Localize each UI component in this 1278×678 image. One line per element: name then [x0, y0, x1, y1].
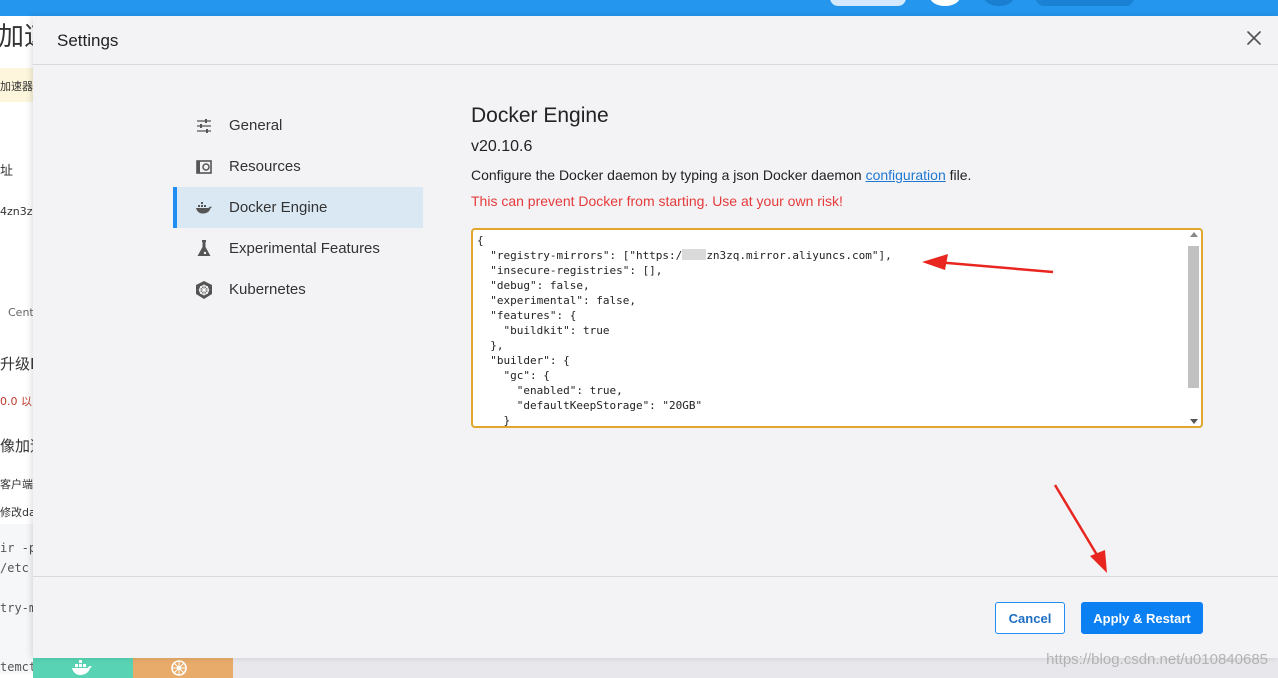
editor-line-text: "registry-mirrors": ["https:/: [477, 249, 683, 262]
warning-text: This can prevent Docker from starting. U…: [471, 193, 843, 209]
settings-modal: Settings General Resources Docker Engine: [33, 16, 1278, 658]
background-topbar: [0, 0, 1278, 16]
cancel-button[interactable]: Cancel: [995, 602, 1065, 634]
kubernetes-icon: [194, 280, 214, 300]
whale-icon: [194, 198, 214, 218]
editor-line: "insecure-registries": [],: [477, 264, 663, 277]
background-tab: Cent: [8, 306, 33, 319]
modal-header: Settings: [33, 16, 1278, 65]
editor-line: "enabled": true,: [477, 384, 623, 397]
modal-footer: Cancel Apply & Restart: [33, 576, 1278, 658]
background-code-block: ir -p /etc try-m temct: [0, 524, 33, 674]
background-heading: 像加速: [0, 437, 33, 455]
settings-sidebar: General Resources Docker Engine Experime…: [173, 105, 423, 310]
sidebar-item-experimental-features[interactable]: Experimental Features: [173, 228, 423, 269]
background-code-line: temct: [0, 660, 33, 674]
docker-status-tile[interactable]: [33, 658, 133, 678]
background-title: 加速: [0, 22, 33, 52]
docker-engine-panel: Docker Engine v20.10.6 Configure the Doc…: [471, 104, 1211, 209]
background-button: [1036, 0, 1134, 6]
background-text: 修改dae: [0, 506, 33, 519]
sidebar-item-label: General: [229, 117, 283, 134]
daemon-json-editor[interactable]: { "registry-mirrors": ["https:/ zn3zq.mir…: [471, 228, 1203, 428]
configuration-link[interactable]: configuration: [866, 167, 946, 183]
background-code-line: try-m: [0, 601, 33, 615]
engine-description: Configure the Docker daemon by typing a …: [471, 167, 1211, 183]
scroll-up-arrow-icon[interactable]: [1190, 232, 1198, 237]
sidebar-item-resources[interactable]: Resources: [173, 146, 423, 187]
resources-icon: [194, 157, 214, 177]
page-title: Docker Engine: [471, 104, 609, 127]
sliders-icon: [194, 116, 214, 136]
editor-line: "defaultKeepStorage": "20GB": [477, 399, 703, 412]
close-button[interactable]: [1244, 28, 1264, 48]
background-heading: 升级D: [0, 355, 33, 373]
background-search-pill: [830, 0, 906, 6]
editor-line: "experimental": false,: [477, 294, 636, 307]
scrollbar-thumb[interactable]: [1188, 246, 1199, 388]
sidebar-item-general[interactable]: General: [173, 105, 423, 146]
background-text: 客户端: [0, 478, 33, 491]
background-version-note: 0.0 以: [0, 395, 32, 408]
sidebar-item-label: Experimental Features: [229, 240, 380, 257]
background-col-header: 址: [0, 164, 14, 179]
watermark: https://blog.csdn.net/u010840685: [1046, 651, 1268, 668]
background-page: 加速 加速器 址 4zn3zq Cent 升级D 0.0 以 像加速 客户端 修…: [0, 16, 33, 678]
editor-line-text: zn3zq.mirror.aliyuncs.com"],: [706, 249, 892, 262]
background-avatar: [930, 0, 960, 6]
editor-scrollbar[interactable]: [1188, 232, 1199, 424]
background-row-value: 4zn3zq: [0, 205, 33, 218]
sidebar-item-label: Kubernetes: [229, 281, 306, 298]
modal-title: Settings: [57, 31, 119, 50]
editor-line: "debug": false,: [477, 279, 590, 292]
close-icon: [1247, 31, 1261, 45]
editor-line: "buildkit": true: [477, 324, 610, 337]
engine-version: v20.10.6: [471, 138, 533, 155]
editor-line: },: [477, 339, 504, 352]
scroll-down-arrow-icon[interactable]: [1190, 419, 1198, 424]
description-text: file.: [945, 167, 972, 183]
background-icon: [984, 0, 1014, 6]
editor-content[interactable]: { "registry-mirrors": ["https:/ zn3zq.mir…: [477, 233, 892, 427]
kubernetes-icon: [171, 660, 187, 678]
sidebar-item-label: Resources: [229, 158, 301, 175]
apply-restart-button[interactable]: Apply & Restart: [1081, 602, 1203, 634]
kubernetes-status-tile[interactable]: [133, 658, 233, 678]
description-text: Configure the Docker daemon by typing a …: [471, 167, 866, 183]
editor-line: }: [477, 414, 511, 427]
flask-icon: [194, 239, 214, 259]
sidebar-item-docker-engine[interactable]: Docker Engine: [173, 187, 423, 228]
editor-line: "gc": {: [477, 369, 550, 382]
background-code-line: /etc: [0, 561, 29, 575]
redacted-text: [682, 249, 707, 260]
editor-line: "registry-mirrors": ["https:/ zn3zq.mirro…: [477, 248, 892, 263]
editor-line: "builder": {: [477, 354, 570, 367]
sidebar-item-kubernetes[interactable]: Kubernetes: [173, 269, 423, 310]
editor-line: "features": {: [477, 309, 577, 322]
sidebar-item-label: Docker Engine: [229, 199, 328, 216]
background-code-line: ir -p: [0, 541, 33, 555]
background-notice-text: 加速器: [0, 81, 33, 93]
whale-icon: [71, 660, 93, 678]
background-notice: 加速器: [0, 68, 33, 102]
editor-line: {: [477, 234, 484, 247]
